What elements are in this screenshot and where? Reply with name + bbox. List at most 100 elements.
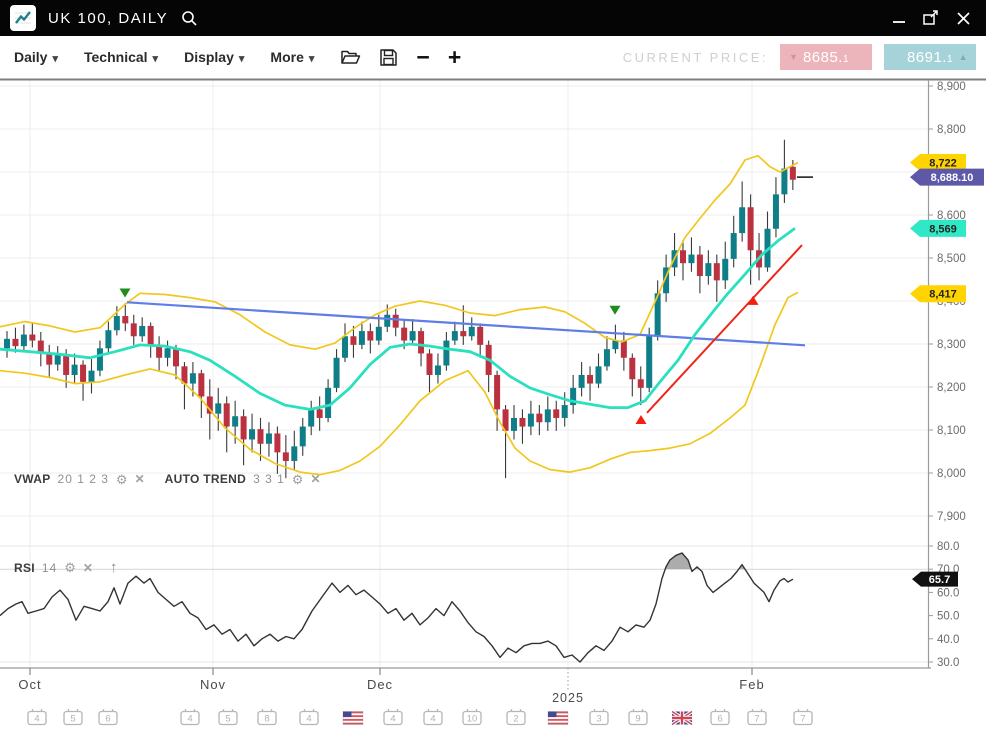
svg-text:4: 4: [430, 714, 435, 725]
svg-text:8,900: 8,900: [937, 81, 966, 93]
calendar-day-icon: 10: [463, 709, 481, 725]
svg-text:6: 6: [717, 714, 722, 725]
close-icon[interactable]: [950, 5, 976, 31]
svg-text:8,688.10: 8,688.10: [931, 172, 974, 184]
price-down-icon: ▼: [789, 52, 798, 62]
chevron-down-icon: ▾: [52, 52, 58, 65]
gear-icon[interactable]: ⚙: [64, 561, 76, 574]
svg-text:8,000: 8,000: [937, 468, 966, 480]
calendar-day-icon: 4: [28, 709, 46, 725]
close-icon[interactable]: ✕: [310, 473, 320, 485]
svg-text:8,569: 8,569: [929, 223, 957, 235]
app-logo-icon: [10, 5, 36, 31]
menu-more[interactable]: More ▾: [270, 49, 314, 65]
overlay-indicator-row: VWAP 20 1 2 3 ⚙ ✕ AUTO TREND 3 3 1 ⚙ ✕: [14, 472, 321, 486]
zoom-in-icon[interactable]: +: [448, 46, 461, 69]
symbol-title: UK 100, DAILY: [48, 10, 168, 27]
price-up-icon: ▲: [959, 52, 968, 62]
save-icon[interactable]: [379, 48, 398, 67]
svg-text:4: 4: [306, 714, 311, 725]
svg-text:2025: 2025: [552, 691, 584, 705]
svg-text:2: 2: [513, 714, 518, 725]
title-bar: UK 100, DAILY: [0, 0, 986, 36]
svg-text:8,722: 8,722: [929, 158, 957, 170]
menu-timeframe-label: Daily: [14, 49, 47, 65]
svg-text:9: 9: [635, 714, 640, 725]
calendar-day-icon: 4: [424, 709, 442, 725]
indicator-lines: [0, 156, 805, 475]
search-icon[interactable]: [180, 9, 198, 27]
svg-text:4: 4: [390, 714, 395, 725]
menu-technical[interactable]: Technical ▾: [84, 49, 158, 65]
svg-text:8: 8: [264, 714, 269, 725]
vwap-indicator-label: VWAP: [14, 472, 51, 486]
svg-text:40.0: 40.0: [937, 634, 959, 646]
menu-timeframe[interactable]: Daily ▾: [14, 49, 58, 65]
close-icon[interactable]: ✕: [135, 473, 145, 485]
svg-text:6: 6: [105, 714, 110, 725]
menu-technical-label: Technical: [84, 49, 148, 65]
calendar-day-icon: 7: [748, 709, 766, 725]
calendar-day-icon: 9: [629, 709, 647, 725]
current-price-label: CURRENT PRICE:: [623, 50, 768, 65]
chevron-down-icon: ▾: [239, 52, 245, 65]
svg-text:8,300: 8,300: [937, 339, 966, 351]
svg-text:3: 3: [596, 714, 601, 725]
popout-icon[interactable]: [918, 5, 944, 31]
svg-text:Nov: Nov: [200, 677, 226, 692]
buy-price-value: 8691.: [907, 49, 947, 66]
calendar-day-icon: 7: [794, 709, 812, 725]
svg-text:4: 4: [34, 714, 39, 725]
svg-text:50.0: 50.0: [937, 611, 959, 623]
zoom-out-icon[interactable]: −: [416, 46, 429, 69]
folder-open-icon[interactable]: [340, 48, 361, 66]
svg-text:8,800: 8,800: [937, 124, 966, 136]
sell-price-badge: ▼ 8685.1: [780, 44, 872, 70]
chevron-down-icon: ▾: [309, 52, 315, 65]
gear-icon[interactable]: ⚙: [116, 473, 128, 486]
economic-calendar-row[interactable]: 4 5 6 4 5 8 4 4 4 10 2 3 9 6 7 7: [28, 709, 812, 725]
vwap-indicator-params: 20 1 2 3: [58, 472, 109, 486]
sell-signal-icon: [610, 306, 621, 315]
svg-text:8,417: 8,417: [929, 289, 957, 301]
svg-text:5: 5: [70, 714, 75, 725]
minimize-icon[interactable]: [886, 5, 912, 31]
price-chart-canvas[interactable]: 8,9008,8008,7008,6008,5008,4008,3008,200…: [0, 78, 986, 732]
buy-price-badge: 8691.1 ▲: [884, 44, 976, 70]
calendar-day-icon: 2: [507, 709, 525, 725]
svg-text:8,500: 8,500: [937, 253, 966, 265]
svg-text:8,200: 8,200: [937, 382, 966, 394]
chevron-down-icon: ▾: [153, 52, 159, 65]
sell-signal-icon: [120, 289, 131, 298]
chart-area: 8,9008,8008,7008,6008,5008,4008,3008,200…: [0, 78, 986, 732]
time-axis: OctNovDec2025Feb: [18, 668, 764, 705]
svg-text:5: 5: [225, 714, 230, 725]
close-icon[interactable]: ✕: [83, 562, 93, 574]
svg-text:80.0: 80.0: [937, 541, 959, 553]
menu-more-label: More: [270, 49, 303, 65]
current-price-panel: CURRENT PRICE: ▼ 8685.1 8691.1 ▲: [623, 44, 978, 70]
svg-text:60.0: 60.0: [937, 587, 959, 599]
rsi-indicator-row: RSI 14 ⚙ ✕ ↑: [14, 559, 117, 576]
us-flag-icon: [548, 712, 568, 725]
svg-text:8,100: 8,100: [937, 425, 966, 437]
svg-text:4: 4: [187, 714, 192, 725]
us-flag-icon: [343, 712, 363, 725]
svg-text:7: 7: [800, 714, 805, 725]
calendar-day-icon: 4: [300, 709, 318, 725]
buy-signal-icon: [748, 296, 759, 305]
menu-display[interactable]: Display ▾: [184, 49, 244, 65]
sell-price-value: 8685.: [803, 49, 843, 66]
svg-text:Oct: Oct: [18, 677, 41, 692]
move-up-icon[interactable]: ↑: [110, 559, 118, 576]
svg-text:30.0: 30.0: [937, 657, 959, 669]
calendar-day-icon: 3: [590, 709, 608, 725]
svg-text:10: 10: [467, 714, 478, 725]
uk-flag-icon: [672, 712, 692, 725]
chart-toolbar: Daily ▾ Technical ▾ Display ▾ More ▾ − +…: [0, 36, 986, 78]
svg-text:7,900: 7,900: [937, 511, 966, 523]
buy-signal-icon: [636, 415, 647, 424]
calendar-day-icon: 4: [384, 709, 402, 725]
gear-icon[interactable]: ⚙: [292, 473, 304, 486]
rsi-indicator-params: 14: [42, 561, 57, 575]
